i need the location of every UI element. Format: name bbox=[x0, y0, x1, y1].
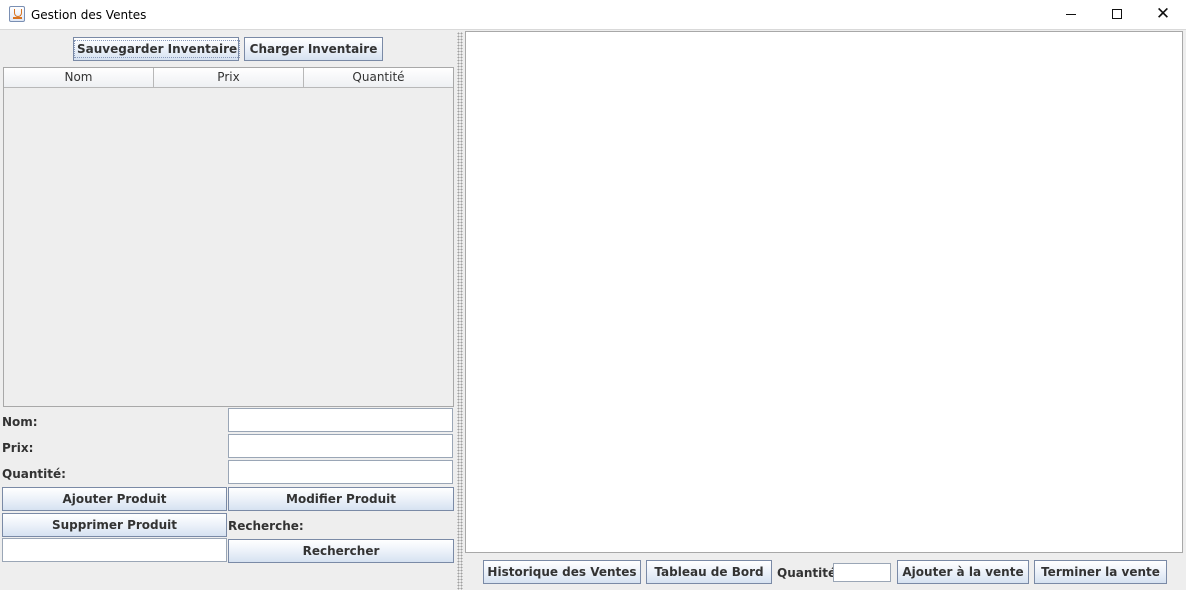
column-header-quantite[interactable]: Quantité bbox=[304, 68, 453, 88]
quantity-label: Quantité: bbox=[2, 467, 66, 481]
sales-list-area[interactable] bbox=[465, 31, 1183, 553]
close-button[interactable]: ✕ bbox=[1140, 0, 1186, 29]
edit-product-button[interactable]: Modifier Produit bbox=[228, 487, 454, 511]
minimize-button[interactable] bbox=[1048, 0, 1094, 29]
maximize-button[interactable] bbox=[1094, 0, 1140, 29]
close-icon: ✕ bbox=[1155, 4, 1171, 24]
finish-sale-button[interactable]: Terminer la vente bbox=[1034, 560, 1167, 584]
column-header-nom[interactable]: Nom bbox=[4, 68, 154, 88]
sale-quantity-input[interactable] bbox=[833, 563, 891, 582]
search-input[interactable] bbox=[2, 538, 227, 562]
delete-product-button[interactable]: Supprimer Produit bbox=[2, 513, 227, 537]
save-inventory-button[interactable]: Sauvegarder Inventaire bbox=[73, 37, 241, 61]
maximize-icon bbox=[1112, 9, 1122, 19]
search-label: Recherche: bbox=[228, 519, 304, 533]
column-header-prix[interactable]: Prix bbox=[154, 68, 304, 88]
title-bar: Gestion des Ventes ✕ bbox=[0, 0, 1186, 30]
add-product-button[interactable]: Ajouter Produit bbox=[2, 487, 227, 511]
price-input[interactable] bbox=[228, 434, 453, 458]
dashboard-button[interactable]: Tableau de Bord bbox=[646, 560, 772, 584]
sales-history-button[interactable]: Historique des Ventes bbox=[483, 560, 641, 584]
sale-quantity-label: Quantité: bbox=[777, 566, 841, 580]
add-to-sale-button[interactable]: Ajouter à la vente bbox=[897, 560, 1029, 584]
split-pane-divider[interactable] bbox=[457, 32, 463, 590]
quantity-input[interactable] bbox=[228, 460, 453, 484]
inventory-table[interactable]: Nom Prix Quantité bbox=[3, 67, 454, 407]
search-button[interactable]: Rechercher bbox=[228, 539, 454, 563]
load-inventory-button[interactable]: Charger Inventaire bbox=[244, 37, 383, 61]
name-label: Nom: bbox=[2, 415, 38, 429]
name-input[interactable] bbox=[228, 408, 453, 432]
price-label: Prix: bbox=[2, 441, 34, 455]
minimize-icon bbox=[1066, 14, 1076, 15]
window-title: Gestion des Ventes bbox=[31, 8, 147, 22]
save-inventory-label: Sauvegarder Inventaire bbox=[74, 40, 241, 58]
java-app-icon bbox=[9, 6, 25, 22]
